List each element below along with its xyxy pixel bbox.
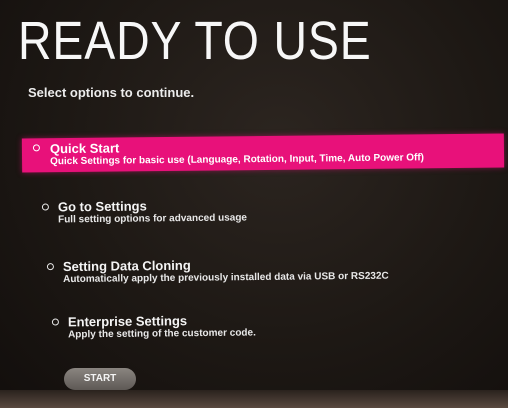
option-label: Setting Data Cloning	[62, 257, 191, 275]
radio-icon	[51, 318, 59, 326]
option-description: Full setting options for advanced usage	[58, 212, 248, 226]
option-description: Automatically apply the previously insta…	[63, 270, 389, 286]
radio-icon	[41, 203, 49, 211]
tv-bezel	[0, 390, 508, 408]
radio-selected-icon	[32, 144, 40, 152]
option-enterprise-settings[interactable]: Enterprise Settings Apply the setting of…	[51, 311, 352, 344]
page-subtitle: Select options to continue.	[28, 85, 195, 100]
option-description: Apply the setting of the customer code.	[68, 327, 256, 341]
option-setting-data-cloning[interactable]: Setting Data Cloning Automatically apply…	[46, 255, 467, 289]
start-button[interactable]: START	[64, 368, 136, 390]
page-title: READY TO USE	[18, 11, 372, 71]
setup-screen: READY TO USE Select options to continue.…	[0, 0, 508, 408]
radio-icon	[46, 263, 54, 271]
option-label: Go to Settings	[57, 198, 147, 215]
option-quick-start[interactable]: Quick Start Quick Settings for basic use…	[21, 133, 505, 173]
option-go-to-settings[interactable]: Go to Settings Full setting options for …	[41, 196, 342, 229]
option-label: Enterprise Settings	[67, 313, 188, 330]
option-label: Quick Start	[49, 140, 120, 157]
